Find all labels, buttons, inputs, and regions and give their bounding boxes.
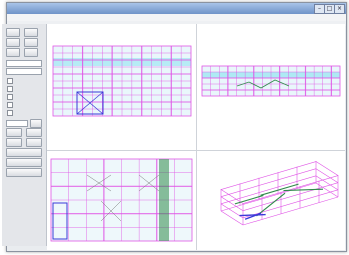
- panel-button[interactable]: [6, 168, 42, 177]
- panel-button[interactable]: [6, 28, 20, 37]
- shaft-band: [159, 159, 169, 241]
- frame-member: [242, 196, 339, 226]
- viewport-top-right[interactable]: [197, 24, 345, 150]
- frame-member: [315, 168, 339, 183]
- frame-member: [315, 161, 339, 176]
- option-checkbox[interactable]: [7, 94, 13, 100]
- viewport-top-left[interactable]: [47, 24, 196, 150]
- action-button[interactable]: [26, 128, 42, 137]
- viewport-bottom-left[interactable]: [47, 151, 196, 250]
- value-field[interactable]: [6, 60, 42, 67]
- panel-button[interactable]: [24, 38, 38, 47]
- frame-member: [242, 175, 339, 204]
- elevation-drawing: [52, 45, 192, 117]
- plan-drawing: [201, 65, 341, 97]
- side-elevation-drawing: [50, 158, 193, 242]
- option-checkbox[interactable]: [7, 78, 13, 84]
- frame-member: [283, 188, 324, 192]
- panel-button[interactable]: [24, 28, 38, 37]
- frame-member: [242, 189, 339, 219]
- panel-button[interactable]: [30, 119, 42, 128]
- option-checkbox[interactable]: [7, 86, 13, 92]
- panel-button[interactable]: [6, 48, 20, 57]
- value-field[interactable]: [6, 68, 42, 75]
- frame-member: [220, 210, 244, 226]
- option-checkbox[interactable]: [7, 110, 13, 116]
- title-bar: – □ ×: [7, 3, 346, 14]
- value-field[interactable]: [6, 120, 28, 127]
- panel-button[interactable]: [24, 48, 38, 57]
- action-button[interactable]: [6, 138, 22, 147]
- frame-member: [220, 161, 317, 190]
- action-button[interactable]: [6, 128, 22, 137]
- panel-button[interactable]: [6, 158, 42, 167]
- isometric-3d-drawing: [220, 161, 339, 226]
- option-checkbox[interactable]: [7, 102, 13, 108]
- control-panel: [2, 24, 47, 246]
- frame-member: [220, 196, 244, 211]
- panel-button[interactable]: [6, 148, 42, 157]
- viewport-area: [47, 24, 345, 250]
- panel-button[interactable]: [6, 38, 20, 47]
- frame-member: [220, 189, 244, 204]
- action-button[interactable]: [26, 138, 42, 147]
- viewport-bottom-right[interactable]: [197, 151, 345, 250]
- close-button[interactable]: ×: [334, 4, 345, 14]
